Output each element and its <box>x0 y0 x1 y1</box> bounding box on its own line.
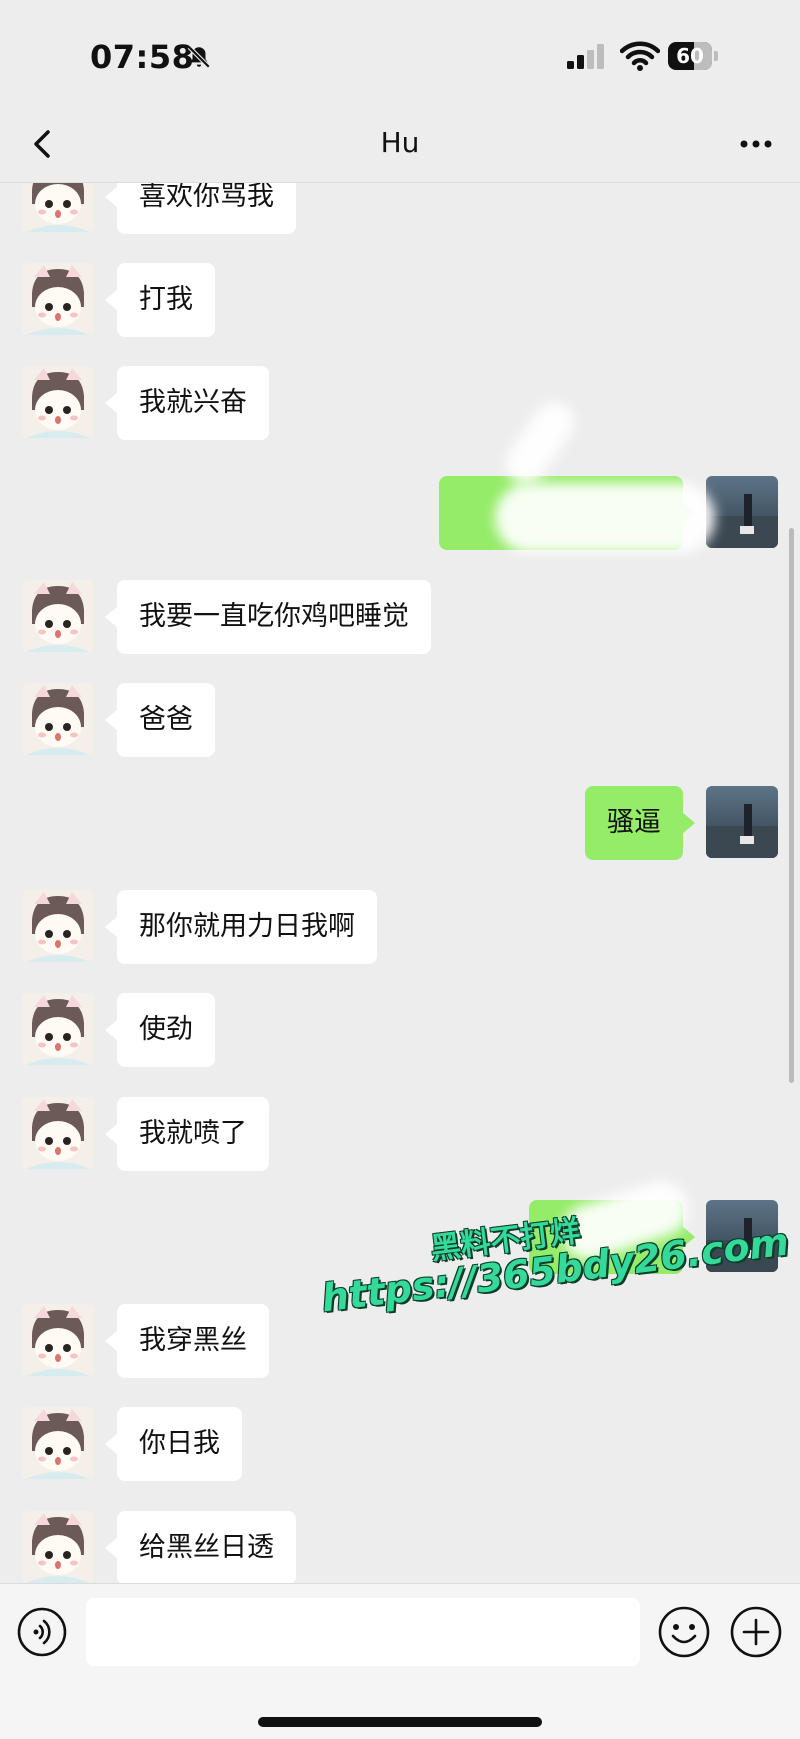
message-bubble[interactable]: 我就喷了 <box>105 1097 269 1171</box>
avatar[interactable] <box>22 890 94 962</box>
message-bubble[interactable]: 你日我 <box>105 1407 242 1481</box>
message-list[interactable]: 喜欢你骂我 打我 我就兴奋 我要一直吃你鸡吧睡觉 爸爸 骚逼 那你就用力日我啊 … <box>0 183 800 1583</box>
message-bubble[interactable]: 那你就用力日我啊 <box>105 890 377 964</box>
avatar[interactable] <box>22 1097 94 1169</box>
chat-header: Hu <box>0 108 800 183</box>
signal-icon <box>567 44 604 69</box>
message-bubble[interactable]: 打我 <box>105 263 215 337</box>
message-bubble[interactable]: 骚逼 <box>585 786 695 860</box>
voice-icon[interactable] <box>16 1606 68 1658</box>
message-bubble[interactable]: 爸爸 <box>105 683 215 757</box>
message-input[interactable] <box>86 1598 640 1666</box>
message-bubble[interactable]: 我就兴奋 <box>105 366 269 440</box>
redaction-smudge <box>495 483 715 553</box>
message-bubble[interactable]: 使劲 <box>105 993 215 1067</box>
avatar[interactable] <box>22 1407 94 1479</box>
avatar[interactable] <box>22 580 94 652</box>
home-indicator[interactable] <box>258 1717 542 1727</box>
message-bubble[interactable]: 我要一直吃你鸡吧睡觉 <box>105 580 431 654</box>
scrollbar[interactable] <box>789 528 794 1083</box>
battery-level: 60 <box>676 44 704 68</box>
battery-icon: 60 <box>668 42 718 70</box>
status-bar: 07:58 60 <box>0 0 800 108</box>
more-dots-icon[interactable] <box>736 126 776 162</box>
plus-icon[interactable] <box>728 1604 784 1660</box>
avatar[interactable] <box>22 683 94 755</box>
avatar[interactable] <box>22 183 94 232</box>
message-bubble[interactable]: 给黑丝日透 <box>105 1511 296 1583</box>
avatar[interactable] <box>22 993 94 1065</box>
avatar[interactable] <box>706 476 778 548</box>
avatar[interactable] <box>22 263 94 335</box>
avatar[interactable] <box>22 366 94 438</box>
chat-title: Hu <box>380 126 420 159</box>
message-bubble[interactable]: 喜欢你骂我 <box>105 183 296 234</box>
avatar[interactable] <box>22 1511 94 1583</box>
emoji-icon[interactable] <box>656 1604 712 1660</box>
avatar[interactable] <box>706 786 778 858</box>
avatar[interactable] <box>22 1304 94 1376</box>
wifi-icon <box>620 41 660 71</box>
input-bar <box>0 1583 800 1739</box>
avatar[interactable] <box>706 1200 778 1272</box>
status-time: 07:58 <box>90 38 195 76</box>
message-bubble[interactable]: 我穿黑丝 <box>105 1304 269 1378</box>
bell-slash-icon <box>187 45 211 69</box>
